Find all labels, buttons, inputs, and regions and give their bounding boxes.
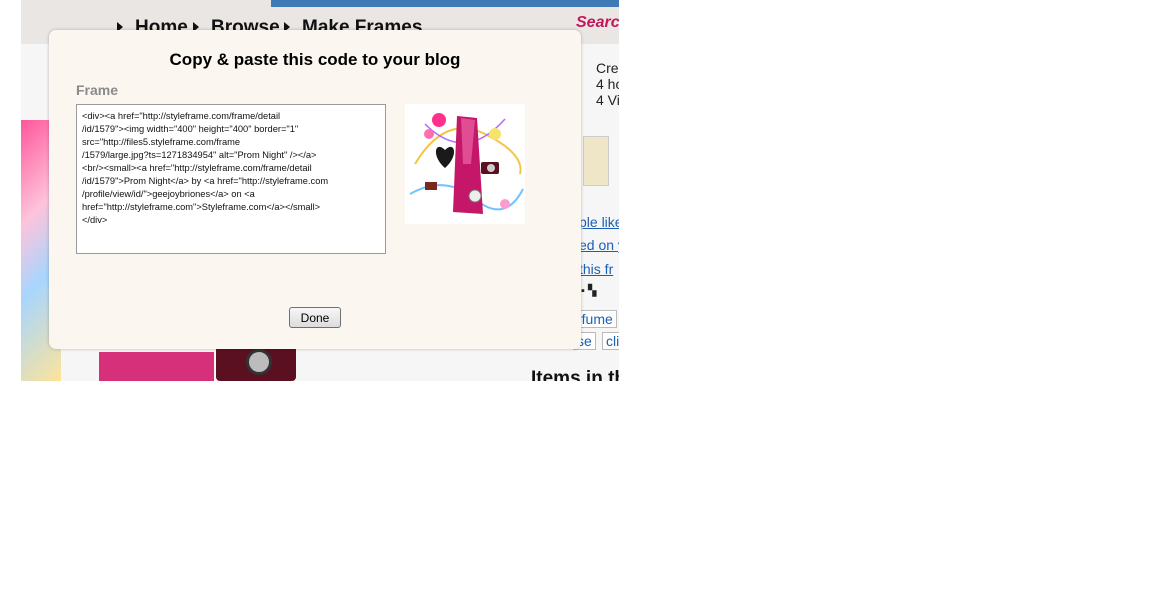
stat-line: 4 Vi <box>596 92 619 108</box>
items-heading: Items in th <box>531 368 619 381</box>
share-icons[interactable]: ▪ ▚ <box>581 284 596 297</box>
stat-line: 4 ho <box>596 76 619 92</box>
frame-preview-image <box>405 104 525 224</box>
featured-on-link[interactable]: ed on y <box>579 237 619 253</box>
dialog-title: Copy & paste this code to your blog <box>169 50 461 69</box>
related-thumbnail[interactable] <box>583 136 609 186</box>
camera-lens-icon <box>246 349 272 375</box>
frame-stats: Crea 4 ho 4 Vi <box>596 60 619 108</box>
frame-section-label: Frame <box>76 82 119 98</box>
this-frame-link[interactable]: this fr <box>579 261 613 277</box>
embed-code-textarea[interactable]: <div><a href="http://styleframe.com/fram… <box>76 104 386 254</box>
top-accent-bar <box>271 0 619 7</box>
frame-collage-image <box>405 104 525 224</box>
search-label[interactable]: Search <box>576 14 619 32</box>
people-like-link[interactable]: ple like <box>579 214 619 230</box>
done-button[interactable]: Done <box>289 307 341 328</box>
stat-line: Crea <box>596 60 619 76</box>
tag-cli[interactable]: cli <box>602 332 619 350</box>
frame-artwork-dress <box>99 352 214 381</box>
copy-code-dialog: Copy & paste this code to your blog Fram… <box>49 30 581 349</box>
camera-image <box>216 345 296 381</box>
